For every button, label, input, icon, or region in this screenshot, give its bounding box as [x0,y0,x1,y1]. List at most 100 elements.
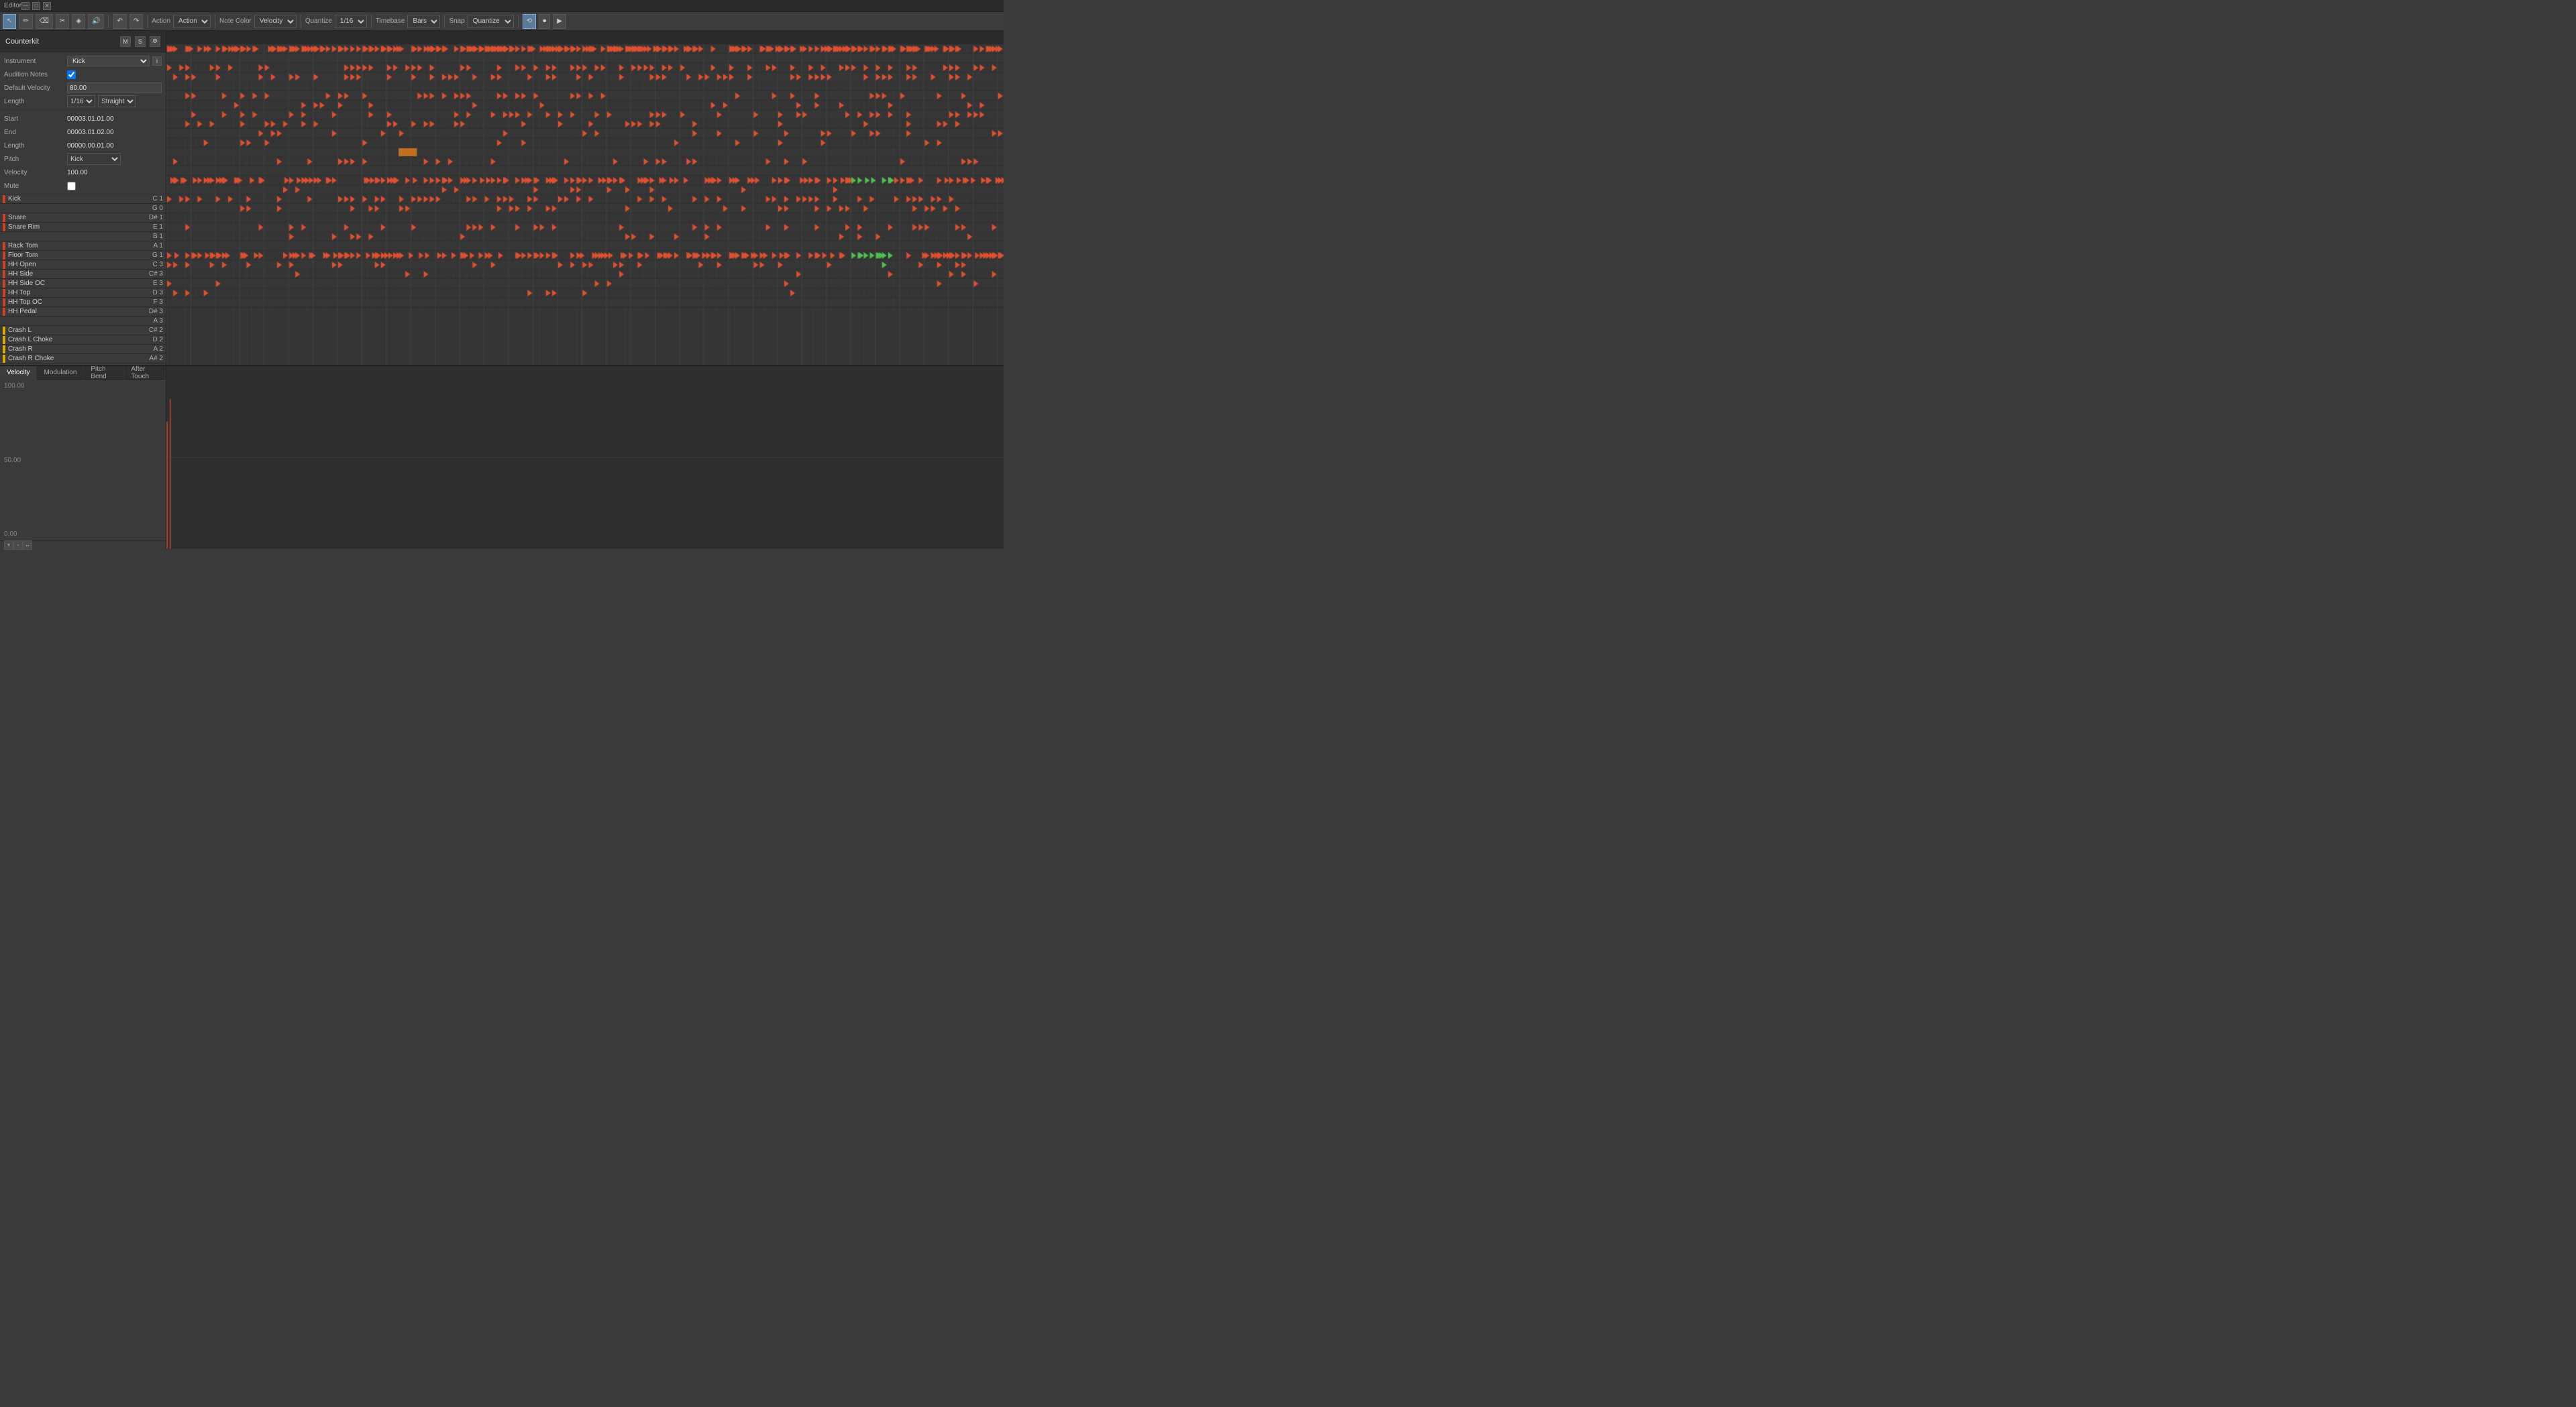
audition-label: Audition Notes [4,71,64,78]
mute-checkbox[interactable] [67,182,76,190]
inst-row-hh-top[interactable]: HH Top D 3 [0,288,166,298]
length-fraction-select[interactable]: 1/16 [67,95,95,107]
pitch-row: Pitch Kick [4,153,162,165]
fit-button[interactable]: ↔ [23,541,32,550]
inst-row-snare[interactable]: Snare D# 1 [0,213,166,223]
velocity-scale-top: 100.00 [0,380,166,392]
grid-canvas [166,44,1004,365]
velocity-max-label: 100.00 [4,382,25,390]
loop-button[interactable]: ⟲ [523,14,536,29]
end-value: 00003.01.02.00 [67,129,114,136]
after-touch-tab[interactable]: After Touch [124,366,166,380]
velocity-scale-bottom: 0.00 [0,528,166,541]
end-label: End [4,129,64,136]
quantize-label: Quantize [305,17,332,25]
instrument-row: Instrument Kick i [4,55,162,67]
pitch-select[interactable]: Kick [67,153,121,165]
minimize-button[interactable]: — [21,2,30,10]
default-velocity-row: Default Velocity [4,82,162,94]
default-velocity-label: Default Velocity [4,85,64,92]
instrument-label: Instrument [4,58,64,65]
inst-row-floor-tom[interactable]: Floor Tom G 1 [0,251,166,260]
redo-button[interactable]: ↷ [129,14,143,29]
inst-row-hh-pedal[interactable]: HH Pedal D# 3 [0,307,166,317]
snap-select[interactable]: Quantize [468,15,514,28]
note-properties: Start 00003.01.01.00 End 00003.01.02.00 … [0,111,166,194]
separator-7 [518,15,519,28]
inst-row-crash-r-choke[interactable]: Crash R Choke A# 2 [0,354,166,363]
zoom-in-button[interactable]: + [4,541,13,550]
start-row: Start 00003.01.01.00 [4,113,162,125]
separator-1 [108,15,109,28]
inst-row-hh-top-oc[interactable]: HH Top OC F 3 [0,298,166,307]
default-velocity-input[interactable] [67,82,162,93]
inst-row-g0[interactable]: G 0 [0,204,166,213]
split-tool-button[interactable]: ✂ [56,14,69,29]
inst-row-hh-side[interactable]: HH Side C# 3 [0,270,166,279]
bottom-left-panel: Velocity Modulation Pitch Bend After Tou… [0,366,166,549]
inst-row-crash-r[interactable]: Crash R A 2 [0,345,166,354]
length-quantize-row: Length 1/16 Straight [4,95,162,107]
inst-row-hh-side-oc[interactable]: HH Side OC E 3 [0,279,166,288]
track-s-button[interactable]: S [135,36,146,47]
erase-tool-button[interactable]: ⌫ [36,14,53,29]
velocity-canvas [166,366,1004,549]
track-m-button[interactable]: M [120,36,131,47]
pitch-bend-tab[interactable]: Pitch Bend [84,366,124,380]
velocity-min-label: 0.00 [4,530,17,538]
note-color-label: Note Color [219,17,252,25]
inst-row-hh-open[interactable]: HH Open C 3 [0,260,166,270]
ruler[interactable] [166,31,1004,44]
mute-tool-button[interactable]: ◈ [72,14,85,29]
play-button[interactable]: ▶ [553,14,566,29]
instrument-select[interactable]: Kick [67,56,150,66]
length2-value: 00000.00.01.00 [67,142,114,150]
note-color-select[interactable]: Velocity [254,15,297,28]
inst-row-crash-l[interactable]: Crash L C# 2 [0,326,166,335]
timebase-label: Timebase [376,17,405,25]
track-settings-button[interactable]: ⚙ [150,36,160,47]
titlebar-title: Editor [4,2,21,9]
timebase-select[interactable]: Bars [407,15,440,28]
inst-row-snare-rim[interactable]: Snare Rim E 1 [0,223,166,232]
inst-row-a3[interactable]: A 3 [0,317,166,326]
inst-row-rack-tom[interactable]: Rack Tom A 1 [0,241,166,251]
toolbar: ↖ ✏ ⌫ ✂ ◈ 🔊 ↶ ↷ Action Action Note Color… [0,12,1004,31]
mini-toolbar-bottom: + - ↔ [0,541,166,549]
inst-row-b1[interactable]: B 1 [0,232,166,241]
track-name: Counterkit [5,38,116,46]
velocity-area[interactable] [166,366,1004,549]
left-panel: Counterkit M S ⚙ Instrument Kick i Audit… [0,31,166,365]
inst-row-crash-l-choke[interactable]: Crash L Choke D 2 [0,335,166,345]
start-label: Start [4,115,64,123]
velocity-value: 100.00 [67,169,88,176]
audition-checkbox[interactable] [67,70,76,79]
draw-tool-button[interactable]: ✏ [19,14,32,29]
length-type-select[interactable]: Straight [98,95,136,107]
quantize-select[interactable]: 1/16 [335,15,367,28]
select-tool-button[interactable]: ↖ [3,14,16,29]
action-label: Action [152,17,170,25]
piano-roll-area [166,31,1004,365]
maximize-button[interactable]: □ [32,2,40,10]
modulation-tab[interactable]: Modulation [37,366,84,380]
velocity-tabs: Velocity Modulation Pitch Bend After Tou… [0,366,166,380]
end-row: End 00003.01.02.00 [4,126,162,138]
velocity-tab[interactable]: Velocity [0,366,37,380]
record-button[interactable]: ⏺ [539,14,550,29]
velocity-row: Velocity 100.00 [4,166,162,178]
separator-5 [371,15,372,28]
zoom-out-button[interactable]: - [13,541,23,550]
titlebar: Editor — □ ✕ [0,0,1004,12]
separator-2 [147,15,148,28]
action-select[interactable]: Action [173,15,211,28]
undo-button[interactable]: ↶ [113,14,126,29]
ruler-svg [166,31,1004,44]
close-button[interactable]: ✕ [43,2,51,10]
length2-label: Length [4,142,64,150]
instrument-list: Kick C 1 G 0 Snare D# 1 Snare Rim E 1 [0,194,166,365]
instrument-info-button[interactable]: i [152,56,162,66]
track-grid[interactable] [166,44,1004,365]
inst-row-kick[interactable]: Kick C 1 [0,194,166,204]
speaker-tool-button[interactable]: 🔊 [88,14,104,29]
